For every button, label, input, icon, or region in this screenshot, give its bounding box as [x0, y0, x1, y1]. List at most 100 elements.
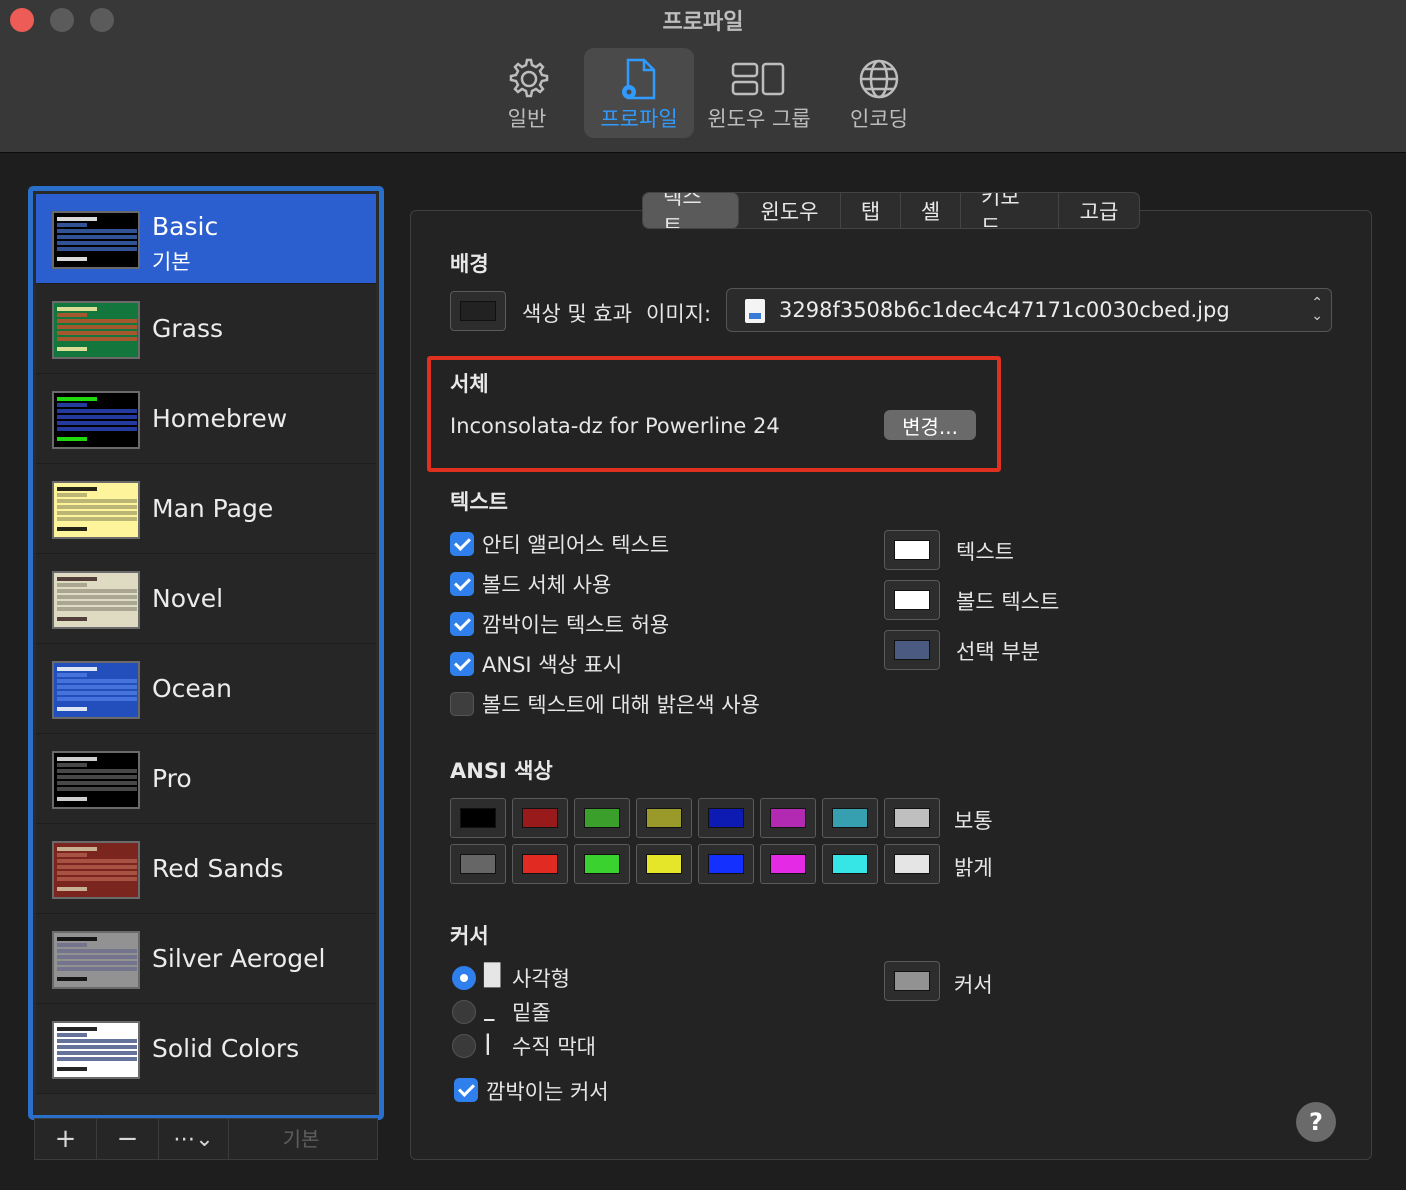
cursor-style-label: 사각형: [512, 967, 570, 991]
text-option-checkbox[interactable]: [450, 612, 474, 636]
ansi-normal-color-well[interactable]: [512, 798, 568, 838]
background-color-well[interactable]: [450, 291, 506, 331]
ansi-color-swatch: [584, 808, 620, 828]
profile-name: Basic: [152, 212, 219, 241]
tab-window[interactable]: 윈도우: [739, 193, 841, 228]
profile-list-container: Basic 기본 Grass Homebrew Man Page Novel Ocean Pr…: [28, 186, 384, 1120]
ansi-bright-color-well[interactable]: [636, 844, 692, 884]
cursor-style-glyph: _: [484, 997, 495, 1021]
profile-item[interactable]: Homebrew: [36, 374, 376, 464]
ansi-normal-color-well[interactable]: [760, 798, 816, 838]
profile-list: Basic 기본 Grass Homebrew Man Page Novel Ocean Pr…: [36, 194, 376, 1094]
cursor-style-glyph: |: [484, 1031, 492, 1055]
profile-item[interactable]: Silver Aerogel: [36, 914, 376, 1004]
globe-icon: [824, 56, 934, 102]
profile-name: Red Sands: [152, 854, 284, 883]
profile-item[interactable]: Solid Colors: [36, 1004, 376, 1094]
image-label: 이미지:: [646, 302, 712, 326]
cursor-section-title: 커서: [450, 924, 489, 948]
cursor-color-well[interactable]: [884, 961, 940, 1001]
background-section-title: 배경: [450, 252, 489, 276]
toolbar-profiles-label: 프로파일: [600, 107, 678, 131]
tab-text[interactable]: 텍스트: [643, 193, 739, 228]
profile-item[interactable]: Grass: [36, 284, 376, 374]
profile-item[interactable]: Man Page: [36, 464, 376, 554]
profile-name: Ocean: [152, 674, 232, 703]
color-effects-label: 색상 및 효과: [522, 302, 632, 326]
toolbar-encoding[interactable]: 인코딩: [824, 48, 934, 138]
profile-name: Homebrew: [152, 404, 288, 433]
cursor-style-radio[interactable]: [452, 1000, 476, 1024]
profile-preview-thumbnail: [52, 841, 140, 899]
profile-name: Grass: [152, 314, 224, 343]
profile-item[interactable]: Novel: [36, 554, 376, 644]
ansi-bright-color-well[interactable]: [574, 844, 630, 884]
image-file-icon: [745, 299, 765, 323]
profile-item[interactable]: Pro: [36, 734, 376, 824]
ansi-color-swatch: [708, 808, 744, 828]
profile-preview-thumbnail: [52, 211, 140, 269]
font-value: Inconsolata-dz for Powerline 24: [450, 414, 780, 438]
ansi-bright-color-well[interactable]: [450, 844, 506, 884]
ansi-color-swatch: [770, 854, 806, 874]
text-option-label: 볼드 텍스트에 대해 밝은색 사용: [482, 693, 760, 717]
text-option-checkbox[interactable]: [450, 572, 474, 596]
profile-name: Silver Aerogel: [152, 944, 326, 973]
ansi-normal-color-well[interactable]: [450, 798, 506, 838]
change-font-button[interactable]: 변경...: [884, 410, 976, 440]
profile-preview-thumbnail: [52, 301, 140, 359]
cursor-style-label: 밑줄: [512, 1001, 551, 1025]
ansi-bright-color-well[interactable]: [512, 844, 568, 884]
ansi-bright-color-well[interactable]: [760, 844, 816, 884]
profile-item[interactable]: Ocean: [36, 644, 376, 734]
background-image-filename: 3298f3508b6c1dec4c47171c0030cbed.jpg: [779, 298, 1230, 322]
tab-tab[interactable]: 탭: [841, 193, 901, 228]
add-profile-button[interactable]: +: [35, 1119, 97, 1159]
ansi-bright-color-well[interactable]: [822, 844, 878, 884]
text-color-well[interactable]: [884, 580, 940, 620]
ansi-normal-color-well[interactable]: [698, 798, 754, 838]
tab-shell[interactable]: 셸: [901, 193, 961, 228]
tab-keyboard[interactable]: 키보드: [961, 193, 1059, 228]
toolbar-encoding-label: 인코딩: [850, 107, 908, 131]
profile-item[interactable]: Red Sands: [36, 824, 376, 914]
ansi-normal-label: 보통: [954, 809, 993, 833]
ansi-bright-color-well[interactable]: [884, 844, 940, 884]
ansi-normal-color-well[interactable]: [574, 798, 630, 838]
ansi-normal-color-well[interactable]: [884, 798, 940, 838]
cursor-style-label: 수직 막대: [512, 1035, 596, 1059]
ansi-color-swatch: [460, 808, 496, 828]
blinking-cursor-checkbox[interactable]: [454, 1078, 478, 1102]
ansi-bright-label: 밝게: [954, 856, 993, 880]
set-default-button[interactable]: 기본: [231, 1123, 371, 1152]
blinking-cursor-label: 깜박이는 커서: [486, 1080, 609, 1104]
cursor-style-radio[interactable]: [452, 966, 476, 990]
ansi-color-swatch: [832, 808, 868, 828]
profile-preview-thumbnail: [52, 751, 140, 809]
text-option-checkbox[interactable]: [450, 532, 474, 556]
chevron-updown-icon: ⌃ ⌄: [1311, 295, 1323, 324]
profile-preview-thumbnail: [52, 571, 140, 629]
toolbar-window-groups[interactable]: 윈도우 그룹: [704, 48, 814, 138]
profile-actions-menu-button[interactable]: ⋯⌄: [159, 1119, 229, 1159]
profile-item[interactable]: Basic 기본: [36, 194, 376, 284]
text-option-checkbox[interactable]: [450, 652, 474, 676]
text-color-well[interactable]: [884, 630, 940, 670]
toolbar-profiles[interactable]: 프로파일: [584, 48, 694, 138]
ansi-normal-color-well[interactable]: [822, 798, 878, 838]
profile-preview-thumbnail: [52, 391, 140, 449]
profile-default-subtitle: 기본: [152, 250, 191, 274]
text-option-label: ANSI 색상 표시: [482, 653, 623, 677]
background-color-swatch: [460, 301, 496, 321]
ansi-bright-color-well[interactable]: [698, 844, 754, 884]
ansi-color-swatch: [460, 854, 496, 874]
cursor-style-radio[interactable]: [452, 1034, 476, 1058]
text-color-well[interactable]: [884, 530, 940, 570]
help-button[interactable]: ?: [1296, 1102, 1336, 1142]
ansi-normal-color-well[interactable]: [636, 798, 692, 838]
background-image-popup[interactable]: 3298f3508b6c1dec4c47171c0030cbed.jpg ⌃ ⌄: [726, 288, 1332, 332]
toolbar-general[interactable]: 일반: [472, 48, 582, 138]
remove-profile-button[interactable]: −: [97, 1119, 159, 1159]
text-option-checkbox[interactable]: [450, 692, 474, 716]
tab-advanced[interactable]: 고급: [1059, 193, 1139, 228]
